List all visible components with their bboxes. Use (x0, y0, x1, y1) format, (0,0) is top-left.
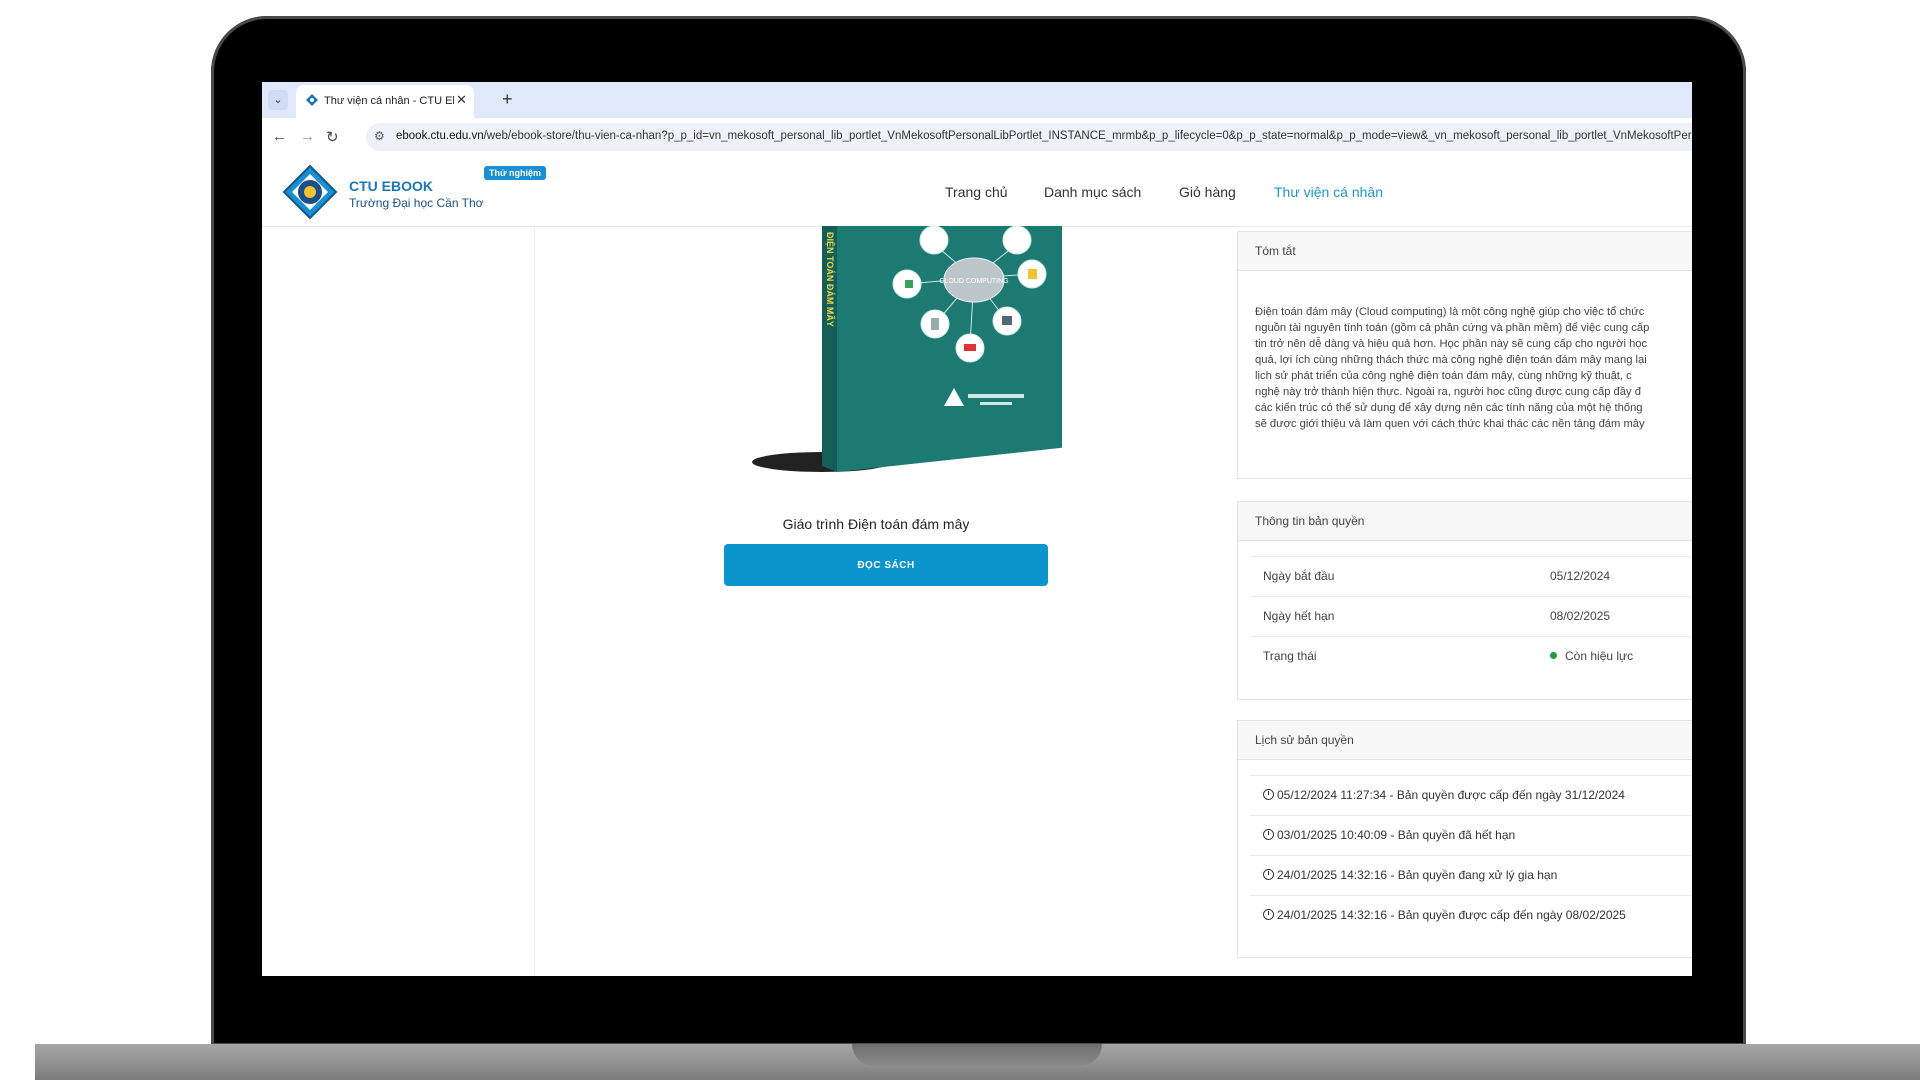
brand-subtitle: Trường Đại học Cần Thơ (349, 196, 484, 210)
summary-line: quả, lợi ích cùng những thách thức mà cô… (1255, 354, 1647, 366)
license-start-label: Ngày bắt đầu (1263, 569, 1335, 583)
history-text: 24/01/2025 14:32:16 - Bản quyền được cấp… (1277, 908, 1626, 922)
license-status: Còn hiệu lực (1550, 649, 1633, 663)
url-input[interactable]: ⚙ ebook.ctu.edu.vn/web/ebook-store/thu-v… (366, 123, 1692, 151)
license-heading: Thông tin bản quyền (1238, 502, 1692, 541)
cover-cloud-text: CLOUD COMPUTING (939, 278, 1008, 285)
summary-card: Tóm tắt Điện toán đám mây (Cloud computi… (1237, 231, 1692, 479)
browser-tab[interactable]: Thư viện cá nhân - CTU Ebook ✕ (296, 85, 474, 118)
license-end-row: Ngày hết hạn 08/02/2025 (1250, 596, 1692, 636)
license-end-value: 08/02/2025 (1550, 609, 1611, 623)
license-card: Thông tin bản quyền Ngày bắt đầu 05/12/2… (1237, 501, 1692, 700)
forward-icon[interactable]: → (300, 128, 315, 145)
back-icon[interactable]: ← (272, 128, 287, 145)
history-item: 24/01/2025 14:32:16 - Bản quyền được cấp… (1250, 895, 1692, 935)
history-card: Lịch sử bản quyền 05/12/2024 11:27:34 - … (1237, 720, 1692, 958)
summary-line: Điện toán đám mây (Cloud computing) là m… (1255, 306, 1645, 318)
tab-search-button[interactable]: ⌄ (268, 90, 288, 110)
nav-home[interactable]: Trang chủ (945, 184, 1008, 200)
sidebar-divider (534, 227, 535, 976)
book-title: Giáo trình Điện toán đám mây (782, 516, 970, 532)
license-status-row: Trạng thái Còn hiệu lực (1250, 636, 1692, 676)
nav-cart[interactable]: Giỏ hàng (1179, 184, 1236, 200)
history-text: 03/01/2025 10:40:09 - Bản quyền đã hết h… (1277, 828, 1516, 842)
history-item: 03/01/2025 10:40:09 - Bản quyền đã hết h… (1250, 815, 1692, 855)
laptop-notch (852, 1044, 1102, 1066)
status-dot-icon (1550, 652, 1557, 659)
summary-line: các kiến trúc có thể sử dụng để xây dựng… (1255, 402, 1643, 414)
clock-icon (1263, 829, 1274, 840)
license-status-label: Trạng thái (1263, 649, 1317, 663)
summary-line: nghệ này trở thành hiện thực. Ngoài ra, … (1255, 386, 1641, 398)
browser-screen: ⌄ Thư viện cá nhân - CTU Ebook ✕ + ← → ↻… (262, 82, 1692, 976)
nav-catalog[interactable]: Danh mục sách (1044, 184, 1141, 200)
address-bar: ← → ↻ ⚙ ebook.ctu.edu.vn/web/ebook-store… (262, 118, 1692, 157)
nav-personal-library[interactable]: Thư viện cá nhân (1274, 184, 1383, 200)
clock-icon (1263, 869, 1274, 880)
new-tab-icon[interactable]: + (502, 89, 513, 109)
license-status-value: Còn hiệu lực (1565, 649, 1634, 663)
ctu-logo-icon[interactable] (282, 164, 338, 220)
read-book-button[interactable]: ĐỌC SÁCH (724, 544, 1048, 586)
license-start-value: 05/12/2024 (1550, 569, 1611, 583)
history-item: 05/12/2024 11:27:34 - Bản quyền được cấp… (1250, 775, 1692, 815)
cover-spine-text: ĐIỆN TOÁN ĐÁM MÂY (825, 232, 836, 327)
ctu-favicon-icon (306, 94, 318, 106)
history-heading: Lịch sử bản quyền (1238, 721, 1692, 760)
clock-icon (1263, 789, 1274, 800)
close-tab-icon[interactable]: ✕ (456, 92, 467, 108)
reload-icon[interactable]: ↻ (326, 128, 339, 146)
history-text: 05/12/2024 11:27:34 - Bản quyền được cấp… (1277, 788, 1625, 802)
summary-line: tin trở nên dễ dàng và hiệu quả hơn. Học… (1255, 338, 1648, 350)
beta-badge: Thử nghiệm (484, 166, 547, 180)
url-text: ebook.ctu.edu.vn/web/ebook-store/thu-vie… (396, 130, 1692, 142)
summary-line: sẽ được giới thiệu và làm quen với cách … (1255, 418, 1645, 430)
summary-line: nguồn tài nguyên tính toán (gồm cả phần … (1255, 322, 1650, 334)
url-path: /web/ebook-store/thu-vien-ca-nhan?p_p_id… (483, 130, 1692, 142)
history-item: 24/01/2025 14:32:16 - Bản quyền đang xử … (1250, 855, 1692, 895)
site-header: CTU EBOOK Trường Đại học Cần Thơ Thử ngh… (262, 156, 1692, 227)
summary-text: Điện toán đám mây (Cloud computing) là m… (1255, 304, 1692, 432)
url-domain: ebook.ctu.edu.vn (396, 130, 484, 142)
license-start-row: Ngày bắt đầu 05/12/2024 (1250, 556, 1692, 596)
site-settings-icon[interactable]: ⚙ (374, 129, 385, 143)
tab-title: Thư viện cá nhân - CTU Ebook (324, 95, 454, 107)
summary-heading: Tóm tắt (1238, 232, 1692, 271)
history-text: 24/01/2025 14:32:16 - Bản quyền đang xử … (1277, 868, 1558, 882)
brand-title[interactable]: CTU EBOOK (349, 178, 433, 194)
tab-bar: ⌄ Thư viện cá nhân - CTU Ebook ✕ + (262, 82, 1692, 118)
book-cover-image: ĐIỆN TOÁN ĐÁM MÂY CLOUD COMPUTING (752, 226, 1062, 472)
clock-icon (1263, 909, 1274, 920)
summary-line: lịch sử phát triển của công nghệ điện to… (1255, 370, 1632, 382)
license-end-label: Ngày hết hạn (1263, 609, 1335, 623)
